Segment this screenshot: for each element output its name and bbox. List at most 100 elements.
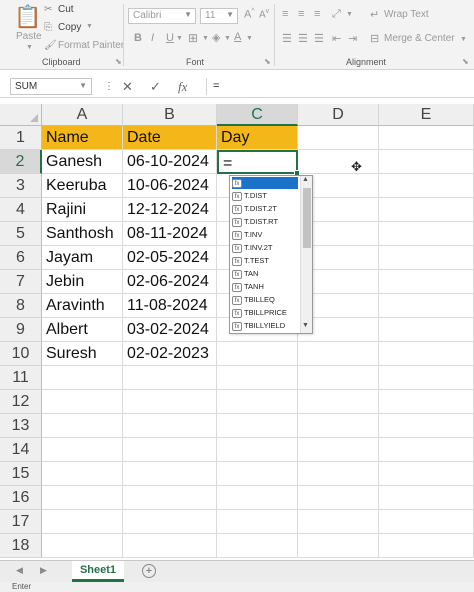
increase-indent-icon[interactable]: ⇥ (348, 32, 357, 45)
cell-e10[interactable] (379, 342, 474, 366)
cell-a9[interactable]: Albert (42, 318, 123, 342)
borders-dropdown-icon[interactable]: ▼ (202, 35, 209, 42)
formula-input[interactable]: = (206, 78, 474, 95)
copy-icon[interactable]: ⎘ (44, 22, 52, 33)
insert-function-icon[interactable]: fx (178, 79, 187, 95)
cell-c14[interactable] (217, 438, 298, 462)
autocomplete-item[interactable]: fx TBILLEQ (232, 294, 275, 306)
autocomplete-item[interactable]: fx T.TEST (232, 255, 269, 267)
align-top-icon[interactable]: ≡ (282, 8, 288, 20)
font-launcher-icon[interactable]: ⬊ (264, 57, 271, 66)
format-painter-icon[interactable]: 🖌 (44, 40, 57, 51)
row-header-7[interactable]: 7 (0, 270, 42, 294)
wrap-text-button[interactable]: Wrap Text (384, 9, 429, 20)
row-header-3[interactable]: 3 (0, 174, 42, 198)
enter-icon[interactable]: ✓ (150, 79, 161, 95)
row-header-2[interactable]: 2 (0, 150, 42, 174)
cell-b16[interactable] (123, 486, 217, 510)
scroll-up-icon[interactable]: ▲ (302, 176, 309, 183)
cell-e2[interactable] (379, 150, 474, 174)
cell-a15[interactable] (42, 462, 123, 486)
cell-e5[interactable] (379, 222, 474, 246)
cell-e1[interactable] (379, 126, 474, 150)
cell-d11[interactable] (298, 366, 379, 390)
column-header-a[interactable]: A (42, 104, 123, 126)
orientation-dropdown-icon[interactable]: ▼ (346, 11, 353, 18)
cell-e16[interactable] (379, 486, 474, 510)
row-header-10[interactable]: 10 (0, 342, 42, 366)
row-header-4[interactable]: 4 (0, 198, 42, 222)
sheet-tab-sheet1[interactable]: Sheet1 (72, 561, 124, 582)
merge-center-button[interactable]: Merge & Center (384, 33, 455, 44)
cell-d15[interactable] (298, 462, 379, 486)
cell-b3[interactable]: 10-06-2024 (123, 174, 217, 198)
autocomplete-item[interactable]: fx TANH (232, 281, 264, 293)
align-middle-icon[interactable]: ≡ (298, 8, 304, 20)
cell-b10[interactable]: 02-02-2023 (123, 342, 217, 366)
function-autocomplete-list[interactable]: fx fx T.DIST fx T.DIST.2T fx T.DIST.RT fx T.INV f… (229, 175, 313, 334)
select-all-corner[interactable] (0, 104, 42, 126)
cell-b13[interactable] (123, 414, 217, 438)
row-header-11[interactable]: 11 (0, 366, 42, 390)
cell-b5[interactable]: 08-11-2024 (123, 222, 217, 246)
cell-e18[interactable] (379, 534, 474, 558)
cell-d18[interactable] (298, 534, 379, 558)
cell-d2[interactable] (298, 150, 379, 174)
align-left-icon[interactable]: ☰ (282, 32, 292, 45)
cell-b18[interactable] (123, 534, 217, 558)
header-cell-c[interactable]: Day (217, 126, 298, 150)
orientation-icon[interactable]: ⤢ (332, 8, 341, 21)
underline-dropdown-icon[interactable]: ▼ (176, 35, 183, 42)
font-size-dropdown-icon[interactable]: ▼ (226, 10, 234, 19)
cell-d10[interactable] (298, 342, 379, 366)
wrap-text-icon[interactable]: ↵ (370, 8, 379, 21)
cell-c18[interactable] (217, 534, 298, 558)
cell-b15[interactable] (123, 462, 217, 486)
merge-center-icon[interactable]: ⊟ (370, 32, 379, 45)
cell-d17[interactable] (298, 510, 379, 534)
cell-b4[interactable]: 12-12-2024 (123, 198, 217, 222)
autocomplete-item[interactable]: fx T.DIST.RT (232, 216, 278, 228)
row-header-18[interactable]: 18 (0, 534, 42, 558)
row-header-5[interactable]: 5 (0, 222, 42, 246)
font-color-icon[interactable]: A (234, 31, 241, 43)
row-header-15[interactable]: 15 (0, 462, 42, 486)
scroll-down-icon[interactable]: ▼ (302, 322, 309, 329)
cell-e15[interactable] (379, 462, 474, 486)
copy-dropdown-icon[interactable]: ▼ (86, 23, 93, 30)
cell-b6[interactable]: 02-05-2024 (123, 246, 217, 270)
cell-b12[interactable] (123, 390, 217, 414)
cell-e3[interactable] (379, 174, 474, 198)
copy-button[interactable]: Copy (58, 22, 81, 33)
row-header-9[interactable]: 9 (0, 318, 42, 342)
cell-a2[interactable]: Ganesh (42, 150, 123, 174)
cut-icon[interactable]: ✂ (44, 4, 52, 15)
row-header-1[interactable]: 1 (0, 126, 42, 150)
cell-a7[interactable]: Jebin (42, 270, 123, 294)
cell-e4[interactable] (379, 198, 474, 222)
cell-a13[interactable] (42, 414, 123, 438)
font-size-box[interactable]: 11 ▼ (200, 8, 238, 24)
cell-b11[interactable] (123, 366, 217, 390)
cell-d16[interactable] (298, 486, 379, 510)
header-cell-b[interactable]: Date (123, 126, 217, 150)
cell-a3[interactable]: Keeruba (42, 174, 123, 198)
autocomplete-item[interactable]: fx T.INV.2T (232, 242, 272, 254)
cell-d14[interactable] (298, 438, 379, 462)
next-sheet-icon[interactable]: ▶ (40, 565, 47, 576)
cell-a18[interactable] (42, 534, 123, 558)
cell-c10[interactable] (217, 342, 298, 366)
align-right-icon[interactable]: ☰ (314, 32, 324, 45)
row-header-14[interactable]: 14 (0, 438, 42, 462)
clipboard-launcher-icon[interactable]: ⬊ (115, 57, 122, 66)
row-header-16[interactable]: 16 (0, 486, 42, 510)
cell-c15[interactable] (217, 462, 298, 486)
cell-e17[interactable] (379, 510, 474, 534)
cell-c13[interactable] (217, 414, 298, 438)
add-sheet-icon[interactable]: + (142, 564, 156, 578)
underline-button[interactable]: U (166, 32, 174, 44)
cell-e9[interactable] (379, 318, 474, 342)
cell-a17[interactable] (42, 510, 123, 534)
row-header-12[interactable]: 12 (0, 390, 42, 414)
cell-e14[interactable] (379, 438, 474, 462)
